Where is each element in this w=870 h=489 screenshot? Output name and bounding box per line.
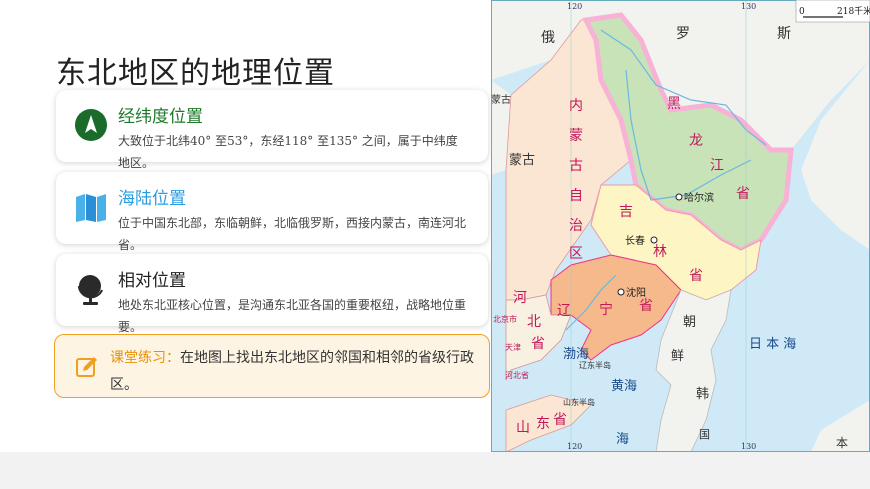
lon-label: 130	[741, 442, 756, 451]
card-heading: 相对位置	[118, 271, 186, 291]
map-svg: 0 218千米 120 130 120 130 俄 罗 斯 蒙古 蒙古 朝 鲜 …	[491, 0, 870, 452]
province-label: 东	[536, 416, 550, 432]
card-latlon: 经纬度位置 大致位于北纬40° 至53°，东经118° 至135° 之间，属于中…	[56, 90, 488, 170]
country-label: 鲜	[671, 349, 684, 364]
sea-label: 渤海	[563, 346, 589, 362]
edit-pencil-icon	[76, 357, 97, 377]
page-title: 东北地区的地理位置	[56, 56, 335, 91]
country-label: 朝	[683, 315, 696, 330]
sea-label: 日 本 海	[749, 337, 796, 352]
slide: 东北地区的地理位置 经纬度位置 大致位于北纬40° 至53°，东经118° 至1…	[0, 0, 870, 452]
province-label: 古	[569, 158, 583, 174]
lon-label: 130	[741, 2, 756, 11]
folded-map-icon	[76, 194, 106, 222]
lon-label: 120	[567, 2, 582, 11]
province-label: 区	[569, 246, 583, 262]
country-label: 俄	[541, 30, 555, 46]
sea-label: 黄海	[611, 379, 637, 394]
country-label: 本	[836, 436, 848, 450]
province-label: 自	[569, 188, 583, 204]
province-label: 省	[736, 186, 750, 202]
country-label: 罗	[676, 26, 690, 42]
city-label: 长春	[625, 235, 645, 247]
city-label: 天津	[505, 342, 521, 352]
province-label: 省	[689, 268, 703, 284]
province-label: 林	[653, 244, 667, 260]
bottom-band	[0, 452, 870, 489]
province-label: 辽	[557, 303, 571, 319]
exercise-box: 课堂练习：在地图上找出东北地区的邻国和相邻的省级行政区。	[54, 334, 490, 398]
province-label: 省	[531, 336, 545, 352]
province-label: 北	[527, 314, 541, 330]
city-dot	[675, 193, 683, 201]
province-label: 蒙	[569, 128, 583, 144]
province-label: 省	[553, 412, 567, 428]
card-body: 地处东北亚核心位置，是沟通东北亚各国的重要枢纽，战略地位重要。	[118, 298, 467, 334]
province-label: 黑	[667, 96, 681, 112]
province-label: 山	[516, 420, 530, 436]
city-label: 北京市	[493, 314, 517, 324]
city-dot	[650, 236, 658, 244]
city-label: 沈阳	[626, 286, 646, 299]
country-label: 斯	[777, 26, 791, 42]
province-label: 河	[513, 290, 527, 306]
province-label: 治	[569, 218, 583, 234]
city-dot	[617, 288, 625, 296]
peninsula-label: 山东半岛	[563, 397, 595, 407]
peninsula-label: 辽东半岛	[579, 360, 611, 370]
northeast-china-map: 0 218千米 120 130 120 130 俄 罗 斯 蒙古 蒙古 朝 鲜 …	[491, 0, 870, 452]
card-body: 大致位于北纬40° 至53°，东经118° 至135° 之间，属于中纬度地区。	[118, 134, 458, 170]
province-label: 龙	[689, 133, 703, 149]
country-label: 蒙古	[491, 93, 511, 106]
province-label: 省	[639, 298, 653, 314]
exercise-label: 课堂练习：	[110, 350, 180, 366]
country-label: 韩	[696, 387, 709, 402]
card-sea-land: 海陆位置 位于中国东北部，东临朝鲜，北临俄罗斯，西接内蒙古，南连河北省。	[56, 172, 488, 252]
card-heading: 海陆位置	[118, 189, 186, 209]
scale-zero: 0	[799, 7, 805, 17]
lon-label: 120	[567, 442, 582, 451]
card-body: 位于中国东北部，东临朝鲜，北临俄罗斯，西接内蒙古，南连河北省。	[118, 216, 467, 252]
city-label: 河北省	[505, 370, 529, 380]
globe-icon	[77, 275, 104, 305]
exercise-text: 课堂练习：在地图上找出东北地区的邻国和相邻的省级行政区。	[110, 345, 480, 399]
province-label: 宁	[599, 301, 613, 318]
province-label: 内	[569, 98, 583, 114]
sea-label: 海	[616, 432, 629, 447]
province-label: 江	[710, 158, 724, 174]
navigation-arrow-icon	[75, 109, 107, 141]
province-label: 吉	[619, 204, 633, 220]
card-heading: 经纬度位置	[118, 107, 203, 127]
country-label: 蒙古	[509, 153, 535, 168]
city-label: 哈尔滨	[684, 191, 714, 204]
card-relative: 相对位置 地处东北亚核心位置，是沟通东北亚各国的重要枢纽，战略地位重要。	[56, 254, 488, 334]
country-label: 国	[699, 428, 710, 441]
scale-value: 218千米	[837, 5, 870, 17]
